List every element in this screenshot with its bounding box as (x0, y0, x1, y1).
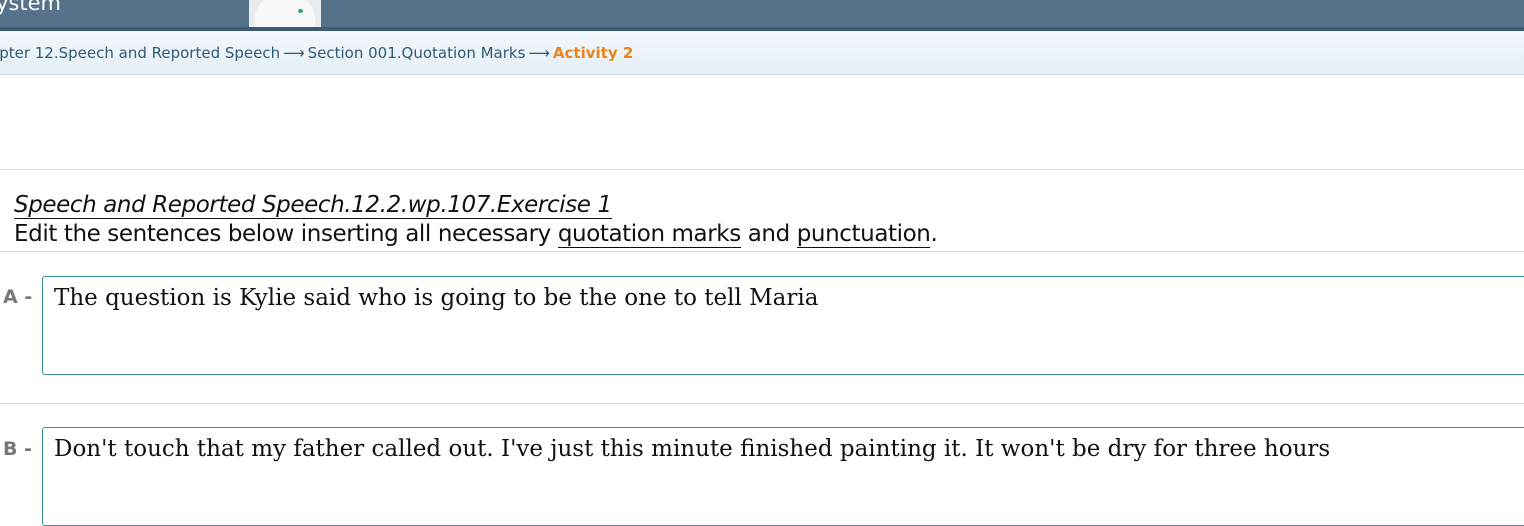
exercise-instruction: Edit the sentences below inserting all n… (14, 220, 938, 248)
breadcrumb-section[interactable]: Section 001.Quotation Marks (308, 44, 526, 62)
answer-field-b[interactable]: Don't touch that my father called out. I… (42, 427, 1524, 526)
divider (0, 251, 1524, 252)
instruction-text: and (747, 221, 790, 247)
breadcrumb: apter 12.Speech and Reported Speech ⟶ Sect… (0, 44, 633, 62)
breadcrumb-arrow-icon: ⟶ (528, 44, 550, 62)
top-bar: ystem (0, 0, 1524, 31)
avatar[interactable] (249, 0, 321, 27)
breadcrumb-chapter[interactable]: apter 12.Speech and Reported Speech (0, 44, 280, 62)
instruction-keyword-punctuation: punctuation (796, 221, 931, 248)
instruction-text: . (930, 221, 938, 247)
instruction-keyword-quotation-marks: quotation marks (557, 221, 741, 248)
avatar-image (255, 0, 315, 27)
breadcrumb-bar: apter 12.Speech and Reported Speech ⟶ Sect… (0, 31, 1524, 75)
avatar-logo-icon (298, 9, 303, 13)
divider (0, 403, 1524, 404)
question-label-b: B - (3, 438, 32, 460)
breadcrumb-arrow-icon: ⟶ (283, 44, 305, 62)
question-label-a: A - (3, 286, 33, 308)
breadcrumb-current: Activity 2 (552, 44, 634, 62)
answer-field-a[interactable]: The question is Kylie said who is going … (42, 276, 1524, 375)
app-title: ystem (0, 0, 61, 15)
instruction-text: Edit the sentences below inserting all n… (14, 221, 551, 247)
divider (0, 169, 1524, 170)
exercise-title: Speech and Reported Speech.12.2.wp.107.E… (14, 192, 612, 219)
